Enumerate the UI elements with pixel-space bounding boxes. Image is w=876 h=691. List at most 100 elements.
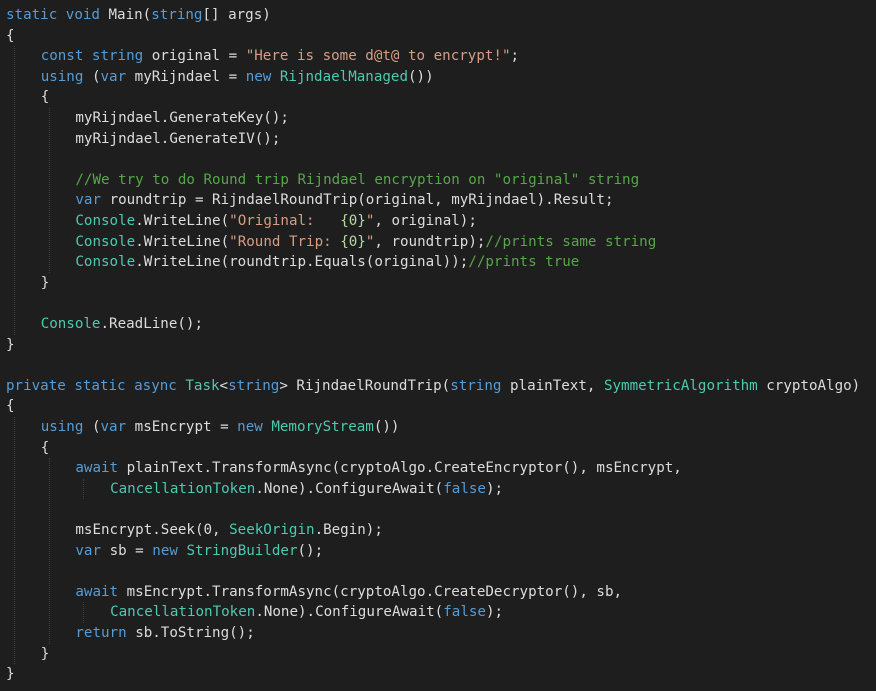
code-line[interactable]: using (var msEncrypt = new MemoryStream(… xyxy=(41,417,400,438)
code-token: StringBuilder xyxy=(186,542,298,559)
code-token: using xyxy=(40,419,92,435)
code-token: cryptoAlgo) xyxy=(766,377,861,394)
code-token: {0} xyxy=(340,213,366,229)
code-line[interactable]: static void Main(string[] args) xyxy=(6,5,271,26)
code-token: myRijndael.GenerateKey(); xyxy=(75,110,289,126)
code-line[interactable]: var sb = new StringBuilder(); xyxy=(75,541,323,562)
code-line[interactable]: msEncrypt.Seek(0, SeekOrigin.Begin); xyxy=(75,520,383,541)
code-token: plainText.TransformAsync(cryptoAlgo.Crea… xyxy=(126,460,682,477)
code-token: Task xyxy=(185,377,220,394)
indent-guide xyxy=(83,602,85,623)
code-token: var xyxy=(75,192,110,209)
code-token: .Begin); xyxy=(314,522,383,538)
code-line[interactable]: await plainText.TransformAsync(cryptoAlg… xyxy=(75,458,681,479)
code-line[interactable]: using (var myRijndael = new RijndaelMana… xyxy=(41,67,434,88)
code-token: } xyxy=(40,274,50,291)
code-token: await xyxy=(75,460,127,477)
code-line[interactable]: } xyxy=(41,273,50,294)
code-token: "Round Trip: xyxy=(229,233,341,250)
code-token: Console xyxy=(75,254,136,271)
code-line[interactable]: CancellationToken.None).ConfigureAwait(f… xyxy=(110,479,503,500)
code-line[interactable]: //We try to do Round trip Rijndael encry… xyxy=(75,170,639,191)
code-token: new xyxy=(237,419,272,435)
code-token: "Original: xyxy=(229,213,341,229)
code-token: { xyxy=(40,439,50,456)
code-token: { xyxy=(6,27,15,44)
code-token: string xyxy=(151,7,203,23)
code-token: //prints same string xyxy=(485,233,657,250)
code-token: myRijndael.GenerateIV(); xyxy=(75,130,281,147)
indent-guide xyxy=(83,478,85,500)
code-line[interactable]: Console.WriteLine(roundtrip.Equals(origi… xyxy=(75,252,579,273)
code-token: Console xyxy=(75,233,136,250)
code-token: false xyxy=(443,604,486,621)
indent-guide xyxy=(14,46,15,335)
code-token: private static async xyxy=(6,377,186,394)
code-token: "Here is some d@t@ to encrypt!" xyxy=(245,48,511,65)
code-token: original = xyxy=(151,48,246,65)
code-token: //We try to do Round trip Rijndael encry… xyxy=(75,171,640,188)
code-token: SymmetricAlgorithm xyxy=(603,377,767,394)
code-token: { xyxy=(6,398,15,415)
code-token: ); xyxy=(485,480,504,497)
code-line[interactable]: CancellationToken.None).ConfigureAwait(f… xyxy=(110,602,503,623)
code-line[interactable]: Console.WriteLine("Original: {0}", origi… xyxy=(75,211,476,232)
code-token: , roundtrip); xyxy=(374,233,486,250)
code-line[interactable]: } xyxy=(6,335,15,356)
code-line[interactable]: { xyxy=(6,26,15,47)
code-token: .WriteLine(roundtrip.Equals(original)); xyxy=(135,254,469,271)
code-token: using xyxy=(40,68,92,85)
code-token: Console xyxy=(75,213,136,229)
code-token: msEncrypt.Seek(0, xyxy=(75,522,230,538)
code-token: ); xyxy=(485,604,504,621)
code-token: .None).ConfigureAwait( xyxy=(255,604,444,621)
code-token: Console xyxy=(40,316,101,332)
code-token: //prints true xyxy=(468,254,580,271)
code-line[interactable]: Console.ReadLine(); xyxy=(41,314,203,335)
code-token: ()) xyxy=(408,68,434,85)
code-token: ()) xyxy=(373,419,400,435)
code-token: false xyxy=(443,480,486,497)
code-token: CancellationToken xyxy=(110,604,256,621)
code-line[interactable]: myRijndael.GenerateKey(); xyxy=(75,108,289,129)
code-token: } xyxy=(40,645,50,662)
code-token: const string xyxy=(40,48,152,65)
code-token: (); xyxy=(297,542,324,559)
code-editor[interactable]: static void Main(string[] args){const st… xyxy=(0,0,876,691)
code-token: {0} xyxy=(340,233,366,250)
code-token: sb = xyxy=(109,542,153,559)
code-line[interactable]: } xyxy=(6,664,15,685)
code-token: ; xyxy=(510,48,520,65)
code-token: } xyxy=(6,666,15,683)
code-token: MemoryStream xyxy=(271,419,374,435)
code-line[interactable]: } xyxy=(41,644,50,665)
code-line[interactable]: Console.WriteLine("Round Trip: {0}", rou… xyxy=(75,232,656,253)
code-token: } xyxy=(6,336,15,353)
code-line[interactable]: var roundtrip = RijndaelRoundTrip(origin… xyxy=(75,190,613,211)
code-line[interactable]: private static async Task<string> Rijnda… xyxy=(6,376,860,397)
indent-guide xyxy=(14,417,15,665)
code-token: < xyxy=(219,377,229,394)
code-token: static void xyxy=(6,7,109,23)
code-line[interactable]: myRijndael.GenerateIV(); xyxy=(75,129,280,150)
code-token: sb.ToString(); xyxy=(135,625,255,641)
code-token: SeekOrigin xyxy=(229,522,315,538)
code-token: new xyxy=(152,542,187,559)
code-token: RijndaelManaged xyxy=(279,68,408,85)
code-token: plainText, xyxy=(509,377,604,394)
code-line[interactable]: { xyxy=(41,438,50,459)
code-line[interactable]: { xyxy=(6,396,15,417)
code-token: , original); xyxy=(374,213,477,229)
code-line[interactable]: await msEncrypt.TransformAsync(cryptoAlg… xyxy=(75,582,622,603)
code-line[interactable]: const string original = "Here is some d@… xyxy=(41,46,519,67)
code-token: var xyxy=(100,68,135,85)
code-token: myRijndael = xyxy=(134,68,246,85)
code-token: .WriteLine( xyxy=(135,213,230,229)
code-token: msEncrypt.TransformAsync(cryptoAlgo.Crea… xyxy=(126,583,623,600)
code-token: .ReadLine(); xyxy=(100,316,203,332)
code-token: new xyxy=(245,68,280,85)
code-token: string xyxy=(450,377,510,394)
code-line[interactable]: return sb.ToString(); xyxy=(75,623,254,644)
code-token: await xyxy=(75,583,127,600)
code-line[interactable]: { xyxy=(41,87,50,108)
